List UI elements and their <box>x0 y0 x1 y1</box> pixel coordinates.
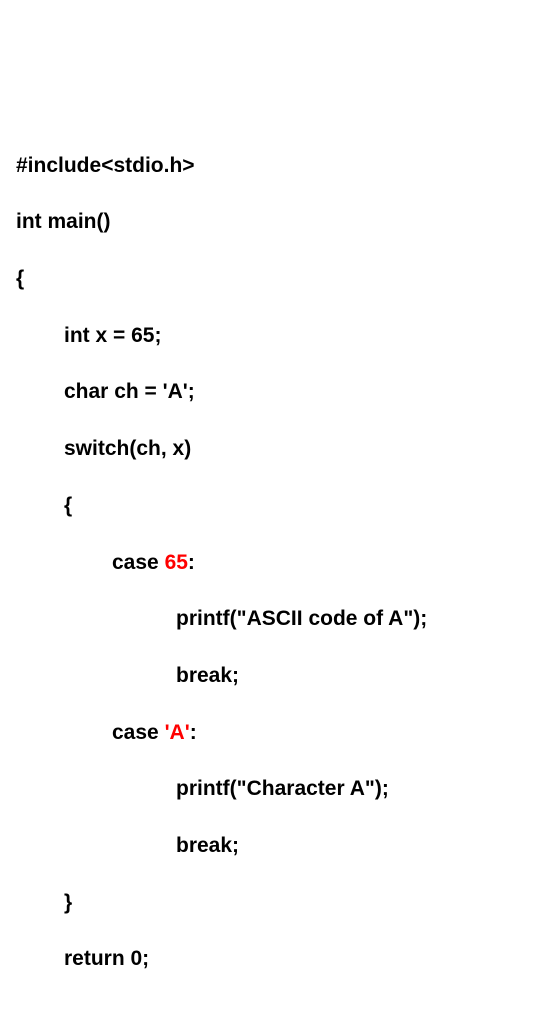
code-line: break; <box>16 662 540 690</box>
code-line: return 0; <box>16 945 540 973</box>
code-line: } <box>16 889 540 917</box>
code-line: printf("Character A"); <box>16 775 540 803</box>
code-line: int x = 65; <box>16 322 540 350</box>
code-line: { <box>16 265 540 293</box>
code-line: case 'A': <box>16 719 540 747</box>
code-line: int main() <box>16 208 540 236</box>
code-line: #include<stdio.h> <box>16 152 540 180</box>
code-line: case 65: <box>16 549 540 577</box>
code-line: switch(ch, x) <box>16 435 540 463</box>
highlighted-value: 65 <box>165 551 188 574</box>
code-line: char ch = 'A'; <box>16 378 540 406</box>
colon: : <box>190 721 197 744</box>
case-keyword: case <box>112 551 165 574</box>
highlighted-value: 'A' <box>165 721 190 744</box>
colon: : <box>188 551 195 574</box>
code-line: printf("ASCII code of A"); <box>16 605 540 633</box>
code-snippet: #include<stdio.h> int main() { int x = 6… <box>16 123 540 1034</box>
code-line: { <box>16 492 540 520</box>
code-line: } <box>16 1030 540 1034</box>
code-line: break; <box>16 832 540 860</box>
case-keyword: case <box>112 721 165 744</box>
